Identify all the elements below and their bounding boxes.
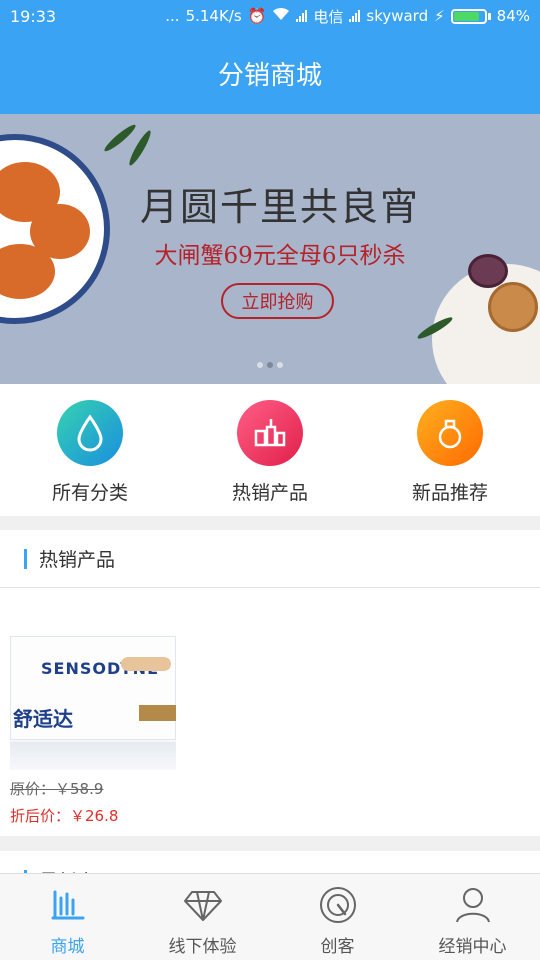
buy-now-button[interactable]: 立即抢购 [221,283,334,319]
original-price: 原价：￥58.9 [10,780,104,798]
product-image-tag [121,657,171,671]
category-hot[interactable]: 热销产品 [180,384,360,516]
status-time: 19:33 [10,6,57,26]
product-image-reflection [10,742,176,770]
toothpaste-image: SENSODYNE 舒适达 [10,636,176,740]
mooncake-image [468,254,508,288]
tab-dealer[interactable]: 经销中心 [405,874,540,960]
status-bar: 19:33 ... 5.14K/s ⏰ 电信 skyward ⚡ 84% [0,0,540,32]
banner-title: 月圆千里共良宵 [139,185,420,229]
page-title: 分销商城 [217,60,322,91]
status-dots: ... [165,7,180,25]
leaf-decoration [102,122,138,154]
tab-label: 商城 [50,937,85,957]
carousel-dot-active[interactable] [267,362,273,368]
tab-label: 线下体验 [168,937,237,957]
carrier-1: 电信 [313,7,344,26]
radar-icon [319,887,356,923]
category-all[interactable]: 所有分类 [0,384,180,516]
network-speed: 5.14K/s [185,7,242,25]
section-header: 热销产品 [0,530,540,588]
product-image-cn: 舒适达 [13,707,73,731]
tab-label: 创客 [320,937,355,957]
mall-icon [51,890,84,920]
category-label: 热销产品 [231,482,308,504]
carousel-dots [0,362,540,368]
carrier-2: skyward [366,7,429,25]
tab-label: 经销中心 [438,937,507,957]
banner-subtitle: 大闸蟹69元全母6只秒杀 [154,243,406,269]
category-label: 所有分类 [51,482,128,504]
battery-percent: 84% [496,7,530,25]
section-title: 热销产品 [39,549,116,571]
discount-price: 折后价：￥26.8 [10,807,119,825]
leaf-decoration [126,128,154,168]
bottom-tab-bar: 商城 线下体验 创客 经销中心 [0,873,540,960]
product-card[interactable]: SENSODYNE 舒适达 原价：￥58.9 折后价：￥26.8 [10,636,176,826]
battery-icon [450,8,491,24]
category-nav: 所有分类 热销产品 新品推荐 [0,384,540,516]
charging-icon: ⚡ [434,7,445,25]
alarm-icon: ⏰ [247,7,267,25]
carousel-dot[interactable] [257,362,263,368]
cosmetics-icon [237,400,303,466]
wifi-icon [272,7,290,25]
tab-mall[interactable]: 商城 [0,874,135,960]
water-drop-icon [57,400,123,466]
battery-fill [453,11,479,21]
tab-maker[interactable]: 创客 [270,874,405,960]
category-label: 新品推荐 [411,482,488,504]
person-icon [455,888,490,923]
category-new[interactable]: 新品推荐 [360,384,540,516]
diamond-icon [183,891,222,921]
mooncake-image [488,282,538,332]
tab-offline[interactable]: 线下体验 [135,874,270,960]
app-header: 分销商城 [0,32,540,114]
hot-products-section: 热销产品 SENSODYNE 舒适达 原价：￥58.9 折后价：￥26.8 [0,530,540,836]
signal-icon-2 [349,10,361,22]
product-image[interactable]: SENSODYNE 舒适达 [10,636,176,770]
promo-banner[interactable]: 月圆千里共良宵 大闸蟹69元全母6只秒杀 立即抢购 [0,114,540,384]
perfume-icon [417,400,483,466]
section-accent-bar [24,548,27,569]
carousel-dot[interactable] [277,362,283,368]
product-image-gold [139,705,176,721]
signal-icon [296,10,308,22]
